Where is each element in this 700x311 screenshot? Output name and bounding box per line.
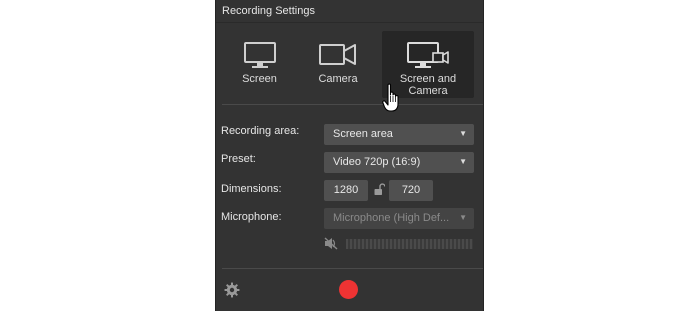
monitor-icon: [243, 42, 276, 68]
dropdown-arrow-icon: ▼: [459, 129, 467, 138]
monitor-camera-icon: [407, 42, 449, 68]
dimensions-label: Dimensions:: [221, 183, 282, 195]
microphone-level-meter: [346, 239, 473, 249]
mode-camera-label: Camera: [318, 73, 358, 85]
hand-pointer-cursor-icon: [382, 83, 402, 118]
height-input[interactable]: 720: [389, 180, 433, 201]
record-button[interactable]: [339, 280, 358, 299]
modes-divider: [222, 104, 483, 105]
footer-divider: [222, 268, 483, 269]
preset-label: Preset:: [221, 153, 256, 165]
panel-title: Recording Settings: [222, 5, 315, 17]
speaker-muted-icon[interactable]: [324, 237, 338, 255]
gear-icon[interactable]: [224, 282, 240, 303]
recording-settings-panel: Recording Settings Screen Camera Screen …: [215, 0, 484, 311]
preset-select[interactable]: Video 720p (16:9) ▼: [324, 152, 474, 173]
mode-screen-label: Screen: [242, 73, 277, 85]
dropdown-arrow-icon: ▼: [459, 213, 467, 222]
title-divider: [216, 22, 483, 23]
width-input[interactable]: 1280: [324, 180, 368, 201]
dropdown-arrow-icon: ▼: [459, 157, 467, 166]
microphone-value: Microphone (High Def...: [333, 212, 450, 224]
recording-area-select[interactable]: Screen area ▼: [324, 124, 474, 145]
mode-screen-button[interactable]: Screen: [222, 31, 297, 98]
unlock-icon[interactable]: [374, 183, 386, 201]
recording-area-value: Screen area: [333, 128, 393, 140]
mode-camera-button[interactable]: Camera: [299, 31, 377, 98]
video-camera-icon: [319, 44, 356, 65]
preset-value: Video 720p (16:9): [333, 156, 421, 168]
microphone-label: Microphone:: [221, 211, 282, 223]
recording-area-label: Recording area:: [221, 125, 300, 137]
microphone-select[interactable]: Microphone (High Def... ▼: [324, 208, 474, 229]
